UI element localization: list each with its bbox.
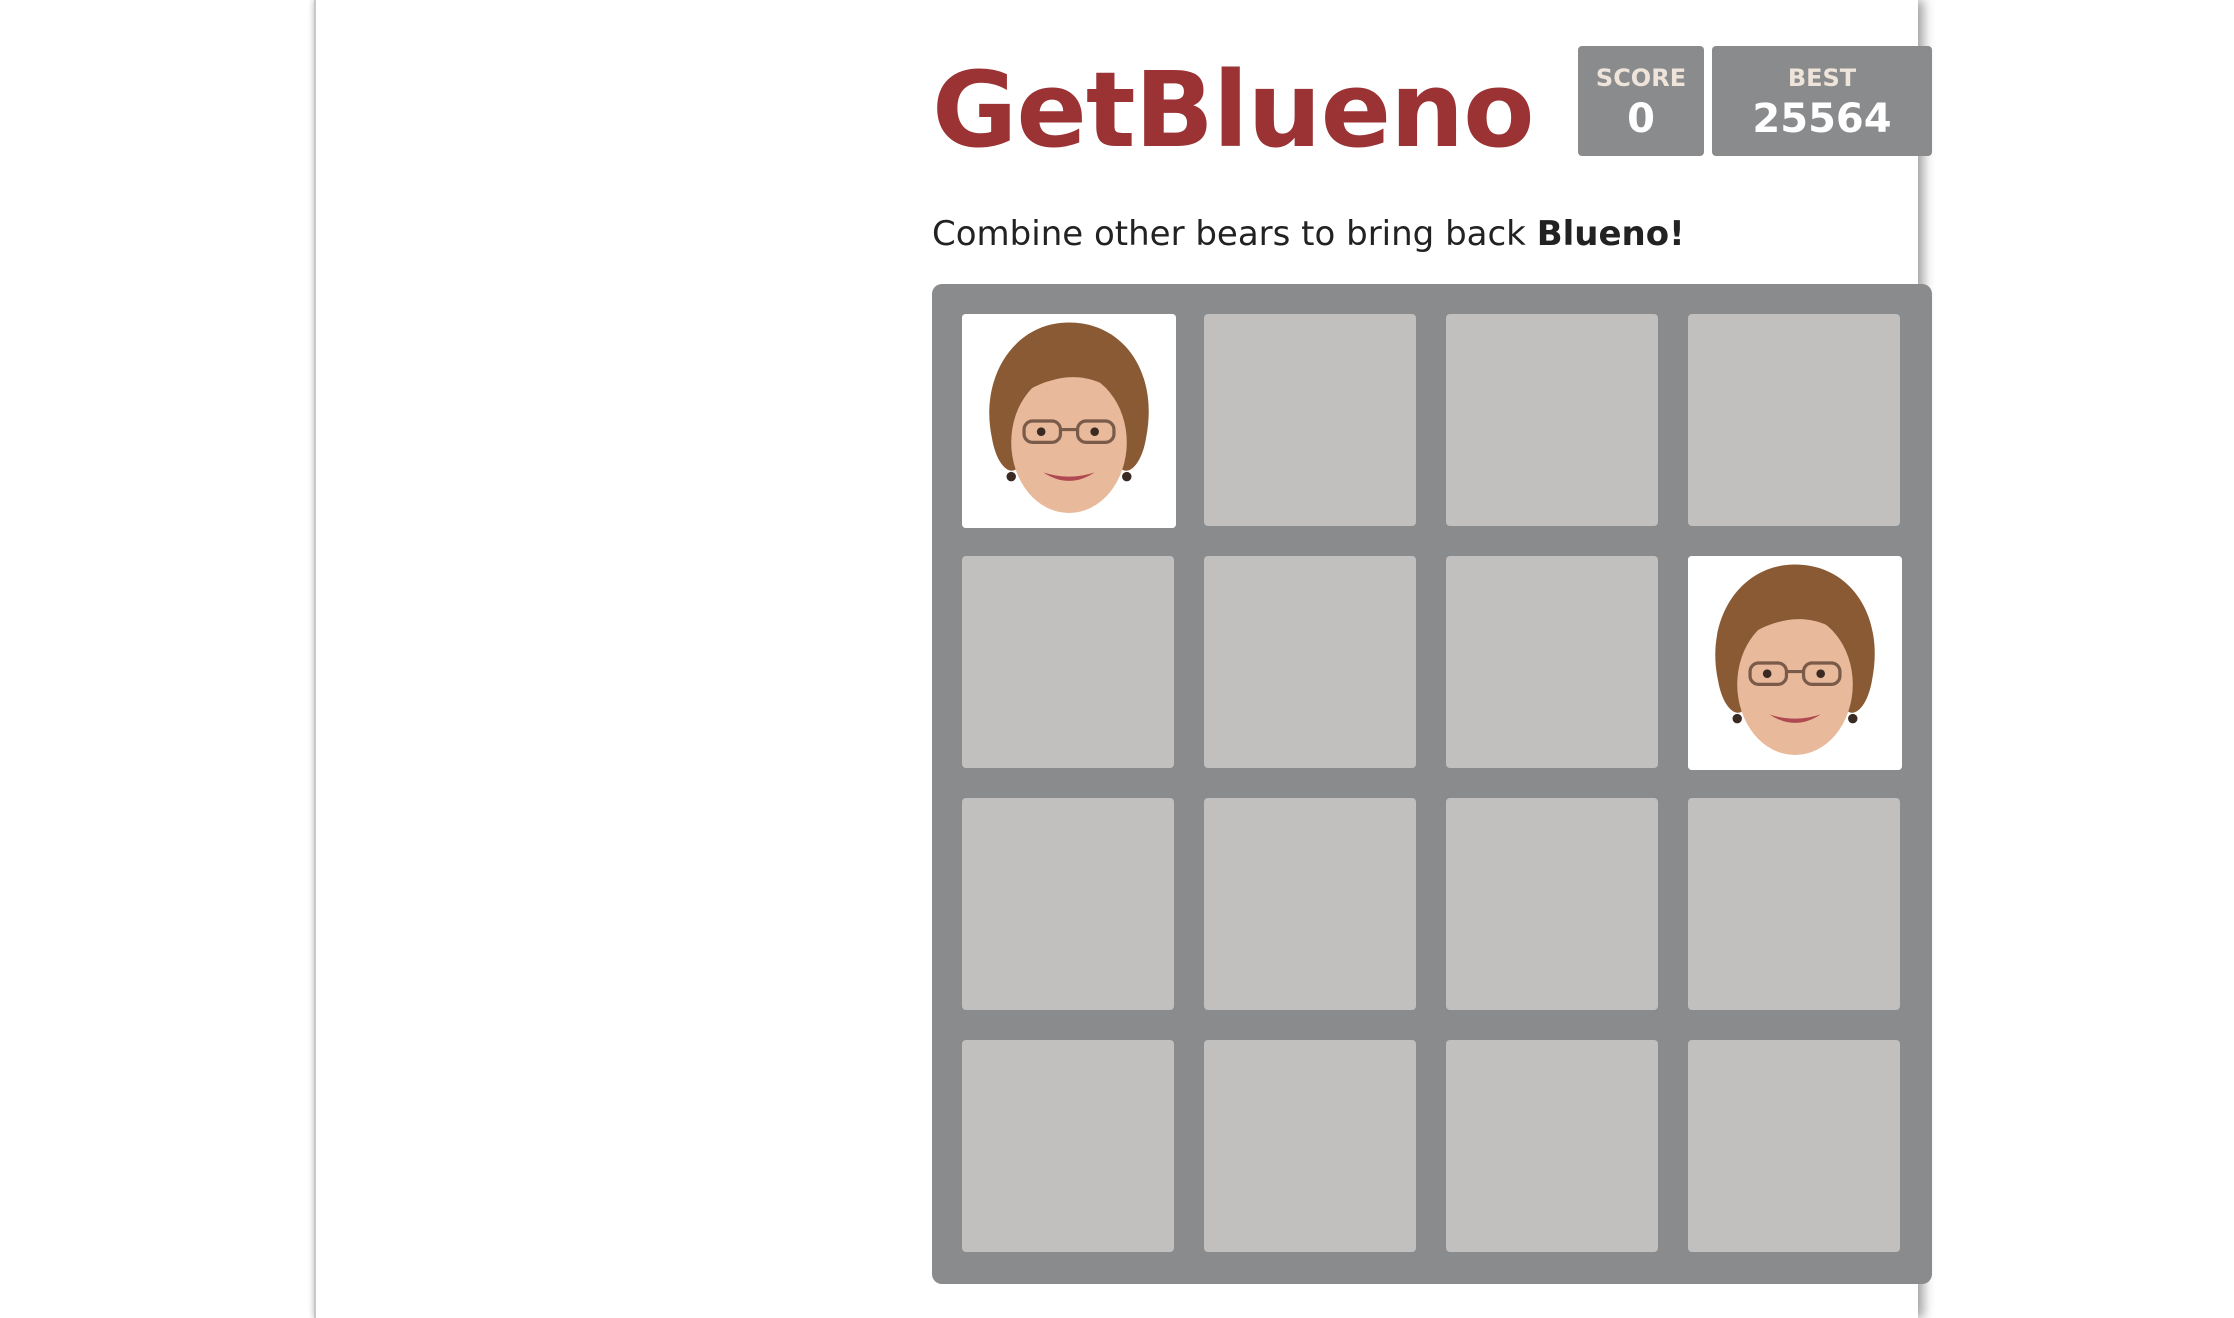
grid-cell xyxy=(1204,1040,1416,1252)
portrait-tile-icon xyxy=(1688,556,1902,770)
page-container: GetBlueno SCORE 0 BEST 25564 Combine oth… xyxy=(314,0,1932,1318)
score-value: 0 xyxy=(1627,96,1655,142)
grid-cell xyxy=(1446,314,1658,526)
best-score-box: BEST 25564 xyxy=(1712,46,1932,156)
grid-cell xyxy=(1204,798,1416,1010)
grid-cell xyxy=(1446,1040,1658,1252)
grid-cell xyxy=(1446,556,1658,768)
grid-cell xyxy=(962,1040,1174,1252)
portrait-tile-icon xyxy=(962,314,1176,528)
best-value: 25564 xyxy=(1752,96,1892,142)
grid-cell xyxy=(1688,798,1900,1010)
grid-cell xyxy=(962,798,1174,1010)
score-label: SCORE xyxy=(1595,64,1687,92)
game-intro: Combine other bears to bring back Blueno… xyxy=(932,212,1685,256)
grid-cell xyxy=(1446,798,1658,1010)
grid-cell xyxy=(1204,314,1416,526)
grid-cell xyxy=(1688,1040,1900,1252)
grid-cell xyxy=(1688,314,1900,526)
intro-emphasis: Blueno! xyxy=(1536,214,1685,254)
grid-cell xyxy=(962,556,1174,768)
best-label: BEST xyxy=(1787,64,1857,92)
game-title: GetBlueno xyxy=(932,49,1535,171)
intro-text: Combine other bears to bring back xyxy=(932,214,1537,254)
game-board[interactable] xyxy=(932,284,1932,1284)
grid-cell xyxy=(1204,556,1416,768)
score-box: SCORE 0 xyxy=(1578,46,1704,156)
